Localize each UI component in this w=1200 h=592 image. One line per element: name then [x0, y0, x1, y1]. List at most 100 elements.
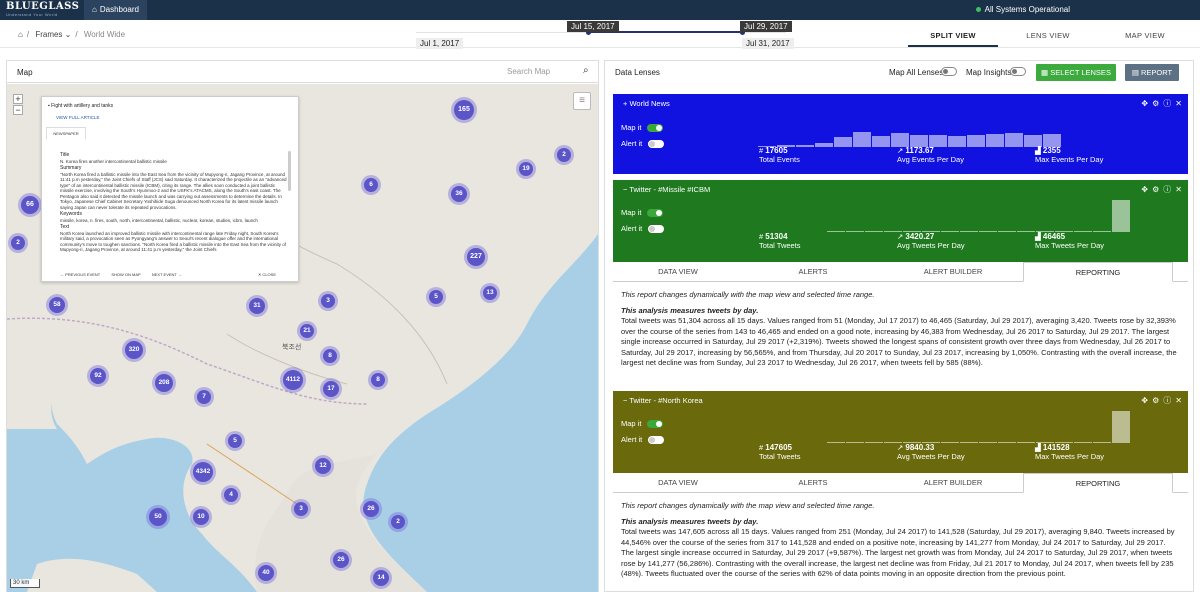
event-cluster[interactable]: 17 [323, 381, 339, 397]
zoom-out-button[interactable]: − [13, 105, 23, 115]
select-lenses-button[interactable]: ▦ SELECT LENSES [1036, 64, 1116, 81]
lens-north-korea: − Twitter - #North Korea ✥ ⚙ ⓘ ✕ Map it Ale… [613, 391, 1188, 473]
event-cluster[interactable]: 6 [364, 178, 378, 192]
previous-event-button[interactable]: ← PREVIOUS EVENT [60, 272, 100, 277]
popup-title: ▪ Fight with artillery and tanks [48, 103, 114, 109]
view-full-article-link[interactable]: VIEW FULL ARTICLE [56, 115, 100, 120]
event-cluster[interactable]: 8 [371, 373, 385, 387]
map-all-lenses-toggle[interactable] [941, 67, 957, 76]
close-button[interactable]: ✕ CLOSE [258, 272, 276, 277]
lens-view-tab[interactable]: LENS VIEW [1010, 31, 1086, 40]
event-cluster[interactable]: 2 [391, 515, 405, 529]
search-input[interactable]: Search Map [507, 67, 550, 76]
search-icon[interactable]: ⌕ [583, 65, 589, 76]
event-cluster[interactable]: 208 [155, 374, 173, 392]
move-icon[interactable]: ✥ [1141, 185, 1148, 194]
expand-icon[interactable]: + [623, 99, 627, 108]
map-insights-toggle[interactable] [1010, 67, 1026, 76]
event-cluster[interactable]: 2 [11, 236, 25, 250]
layers-icon[interactable]: ≡ [573, 92, 591, 110]
tab-data-view[interactable]: DATA VIEW [613, 262, 743, 282]
map-all-lenses-label: Map All Lenses [889, 68, 944, 77]
lens-header[interactable]: + World News [623, 99, 670, 108]
event-cluster[interactable]: 14 [373, 570, 389, 586]
collapse-icon[interactable]: − [623, 185, 627, 194]
alert-it-toggle[interactable] [648, 140, 665, 149]
sparkline-bar [998, 231, 1016, 232]
info-icon[interactable]: ⓘ [1163, 99, 1171, 108]
tab-newspaper[interactable]: NEWSPAPER [46, 127, 86, 139]
settings-icon[interactable]: ⚙ [1152, 99, 1159, 108]
map-view-tab[interactable]: MAP VIEW [1110, 31, 1180, 40]
event-cluster[interactable]: 26 [363, 501, 379, 517]
event-cluster[interactable]: 4342 [193, 462, 213, 482]
report-intro: This report changes dynamically with the… [621, 501, 875, 510]
info-icon[interactable]: ⓘ [1163, 185, 1171, 194]
lens-header[interactable]: − Twitter - #Missile #ICBM [623, 185, 710, 194]
tab-alert-builder[interactable]: ALERT BUILDER [883, 262, 1023, 282]
close-icon[interactable]: ✕ [1175, 185, 1182, 194]
event-cluster[interactable]: 36 [451, 186, 467, 202]
event-cluster[interactable]: 12 [315, 458, 331, 474]
event-cluster[interactable]: 5 [228, 434, 242, 448]
map-it-toggle[interactable] [647, 420, 664, 429]
event-cluster[interactable]: 165 [454, 100, 474, 120]
event-cluster[interactable]: 66 [21, 196, 39, 214]
tab-alerts[interactable]: ALERTS [743, 262, 883, 282]
report-button[interactable]: ▤ REPORT [1125, 64, 1179, 81]
event-cluster[interactable]: 13 [483, 286, 497, 300]
event-cluster[interactable]: 4112 [283, 370, 303, 390]
map-it-toggle[interactable] [647, 124, 664, 133]
event-cluster[interactable]: 4 [224, 488, 238, 502]
popup-text-body: North Korea launched an improved ballist… [60, 230, 287, 253]
zoom-in-button[interactable]: + [13, 94, 23, 104]
dashboard-tab[interactable]: ⌂ Dashboard [84, 0, 147, 20]
close-icon[interactable]: ✕ [1175, 99, 1182, 108]
split-view-tab[interactable]: SPLIT VIEW [908, 31, 998, 47]
sparkline-bar [827, 442, 845, 443]
close-icon[interactable]: ✕ [1175, 396, 1182, 405]
breadcrumb-frames[interactable]: Frames [35, 30, 62, 39]
event-cluster[interactable]: 5 [429, 290, 443, 304]
info-icon[interactable]: ⓘ [1163, 396, 1171, 405]
chevron-down-icon[interactable]: ⌄ [65, 30, 72, 39]
event-cluster[interactable]: 3 [321, 294, 335, 308]
report-text: Total tweets was 51,304 across all 15 da… [621, 316, 1177, 367]
event-cluster[interactable]: 8 [323, 349, 337, 363]
event-cluster[interactable]: 7 [197, 390, 211, 404]
tab-reporting[interactable]: REPORTING [1023, 473, 1173, 493]
event-cluster[interactable]: 227 [467, 248, 485, 266]
tab-data-view[interactable]: DATA VIEW [613, 473, 743, 493]
map-it-toggle[interactable] [647, 209, 664, 218]
settings-icon[interactable]: ⚙ [1152, 185, 1159, 194]
event-cluster[interactable]: 26 [333, 552, 349, 568]
tab-reporting[interactable]: REPORTING [1023, 262, 1173, 282]
popup-title-text: N. Korea fires another intercontinental … [60, 158, 167, 164]
event-cluster[interactable]: 2 [557, 148, 571, 162]
next-event-button[interactable]: NEXT EVENT → [152, 272, 182, 277]
alert-it-toggle[interactable] [648, 436, 665, 445]
tab-alerts[interactable]: ALERTS [743, 473, 883, 493]
report-heading: This analysis measures tweets by day. [621, 305, 759, 315]
home-icon[interactable]: ⌂ [18, 30, 23, 39]
event-cluster[interactable]: 10 [193, 509, 209, 525]
event-cluster[interactable]: 320 [125, 341, 143, 359]
event-cluster[interactable]: 19 [519, 162, 533, 176]
popup-scrollbar[interactable] [288, 151, 291, 191]
event-cluster[interactable]: 3 [294, 502, 308, 516]
event-cluster[interactable]: 50 [149, 508, 167, 526]
alert-it-toggle[interactable] [648, 225, 665, 234]
collapse-icon[interactable]: − [623, 396, 627, 405]
move-icon[interactable]: ✥ [1141, 396, 1148, 405]
event-cluster[interactable]: 21 [300, 324, 314, 338]
map-canvas[interactable]: 북조선 + − ≡ 30 km 165 2 19 6 36 66 2 227 1… [7, 84, 598, 592]
event-cluster[interactable]: 58 [49, 297, 65, 313]
tab-alert-builder[interactable]: ALERT BUILDER [883, 473, 1023, 493]
show-on-map-button[interactable]: SHOW ON MAP [111, 272, 140, 277]
event-cluster[interactable]: 31 [249, 298, 265, 314]
event-cluster[interactable]: 40 [258, 565, 274, 581]
event-cluster[interactable]: 92 [90, 368, 106, 384]
settings-icon[interactable]: ⚙ [1152, 396, 1159, 405]
lens-header[interactable]: − Twitter - #North Korea [623, 396, 703, 405]
move-icon[interactable]: ✥ [1141, 99, 1148, 108]
